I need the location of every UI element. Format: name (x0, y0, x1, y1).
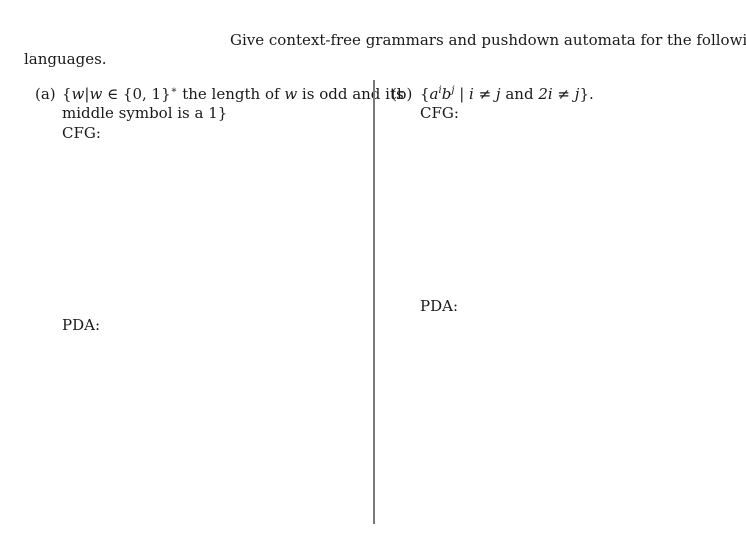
part-a-language-line-2: middle symbol is a 1} (62, 104, 228, 122)
intro-line-1: Give context-free grammars and pushdown … (230, 31, 746, 49)
set-open: { (420, 85, 430, 103)
var-w: w (71, 85, 85, 103)
alphabet: ∈ {0, 1} (102, 85, 171, 103)
part-b-label: (b) (391, 85, 413, 103)
part-b-cfg-label: CFG: (420, 104, 459, 122)
intro-line-2: languages. (24, 50, 107, 68)
part-a-label: (a) (35, 85, 56, 103)
part-a-language-line-1: {w|w ∈ {0, 1}∗ the length of w is odd an… (62, 85, 404, 103)
var-w: w (89, 85, 103, 103)
part-b-language: {aibj | i ≠ j and 2i ≠ j}. (420, 85, 594, 103)
condition-2: 2i ≠ j (538, 85, 580, 103)
var-a: a (429, 85, 439, 103)
var-b: b (441, 85, 452, 103)
set-close: }. (579, 85, 594, 103)
condition-1: | i ≠ j (454, 85, 501, 103)
var-w: w (284, 85, 298, 103)
column-divider (373, 80, 375, 524)
part-a-pda-label: PDA: (62, 316, 101, 334)
part-a-cfg-label: CFG: (62, 124, 101, 142)
part-b-pda-label: PDA: (420, 297, 459, 315)
text: is odd and its (297, 85, 404, 103)
text: the length of (177, 85, 285, 103)
and-text: and (500, 85, 539, 103)
set-open: { (62, 85, 72, 103)
